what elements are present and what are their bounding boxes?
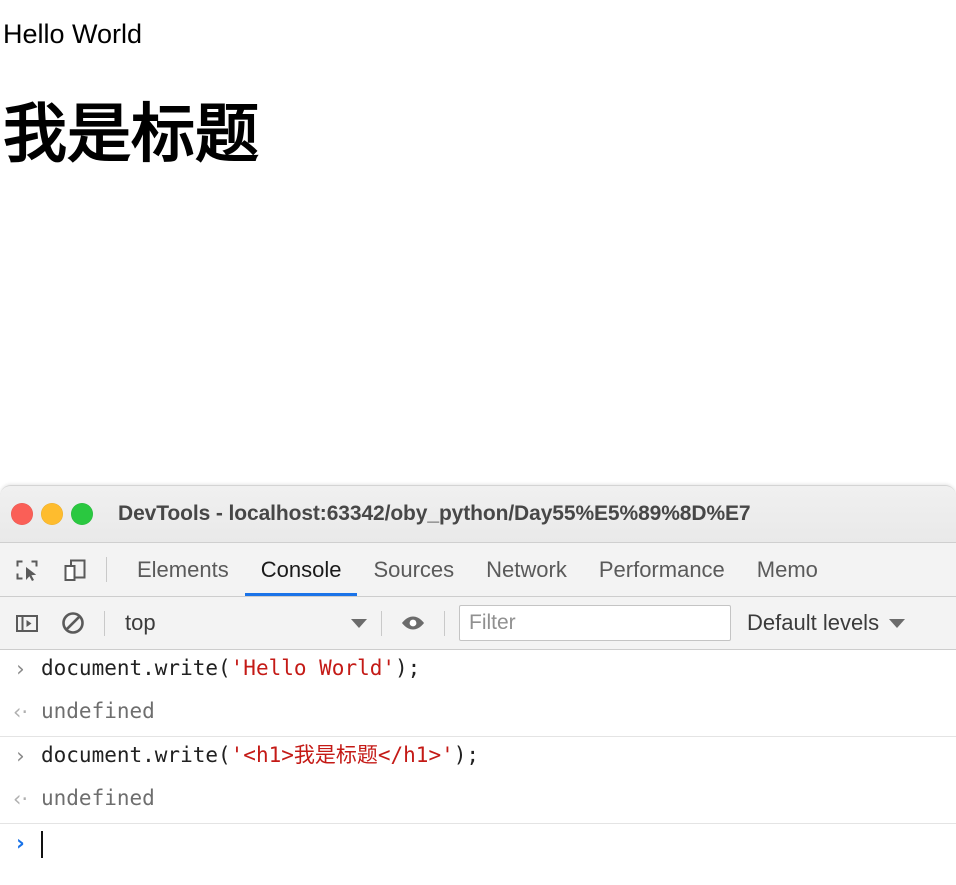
toolbar-divider-2 [381, 610, 382, 636]
string-literal: '<h1>我是标题</h1>' [230, 743, 454, 767]
log-levels-dropdown[interactable]: Default levels [747, 610, 906, 636]
window-controls [0, 503, 93, 525]
chevron-down-icon [889, 618, 906, 628]
console-message-list[interactable]: › document.write('Hello World'); ‹· unde… [0, 650, 956, 885]
tab-elements[interactable]: Elements [121, 543, 245, 596]
page-heading: 我是标题 [3, 98, 259, 170]
result-value: undefined [41, 786, 155, 810]
rendered-page-viewport: Hello World 我是标题 [0, 0, 956, 487]
console-input-row[interactable]: › document.write('<h1>我是标题</h1>'); [0, 737, 956, 780]
console-prompt-row[interactable]: › [0, 824, 956, 868]
chevron-down-icon [351, 618, 367, 628]
log-levels-label: Default levels [747, 610, 880, 635]
input-arrow-icon: › [0, 739, 41, 770]
execution-context-selector[interactable]: top [119, 606, 367, 640]
devtools-main-tabbar: Elements Console Sources Network Perform… [0, 543, 956, 597]
inspect-cursor-icon[interactable] [10, 553, 44, 587]
device-toolbar-icon[interactable] [58, 553, 92, 587]
page-body-text: Hello World [3, 19, 143, 49]
input-marker: › [16, 744, 25, 768]
tab-console[interactable]: Console [244, 543, 358, 596]
console-input-row[interactable]: › document.write('Hello World'); [0, 650, 956, 693]
toolbar-divider-3 [444, 610, 445, 636]
tab-label: Performance [598, 556, 725, 582]
tab-performance[interactable]: Performance [583, 543, 741, 596]
text-cursor [41, 831, 43, 858]
console-result-row: ‹· undefined [0, 693, 956, 737]
result-marker: ‹· [12, 787, 29, 811]
input-arrow-icon: › [0, 652, 41, 683]
expression-prefix: document.write( [41, 656, 231, 680]
result-arrow-icon: ‹· [0, 782, 41, 813]
close-button[interactable] [11, 503, 33, 525]
execution-context-label: top [125, 610, 156, 635]
expression-suffix: ); [453, 743, 480, 767]
tab-label: Memo [756, 556, 818, 582]
tab-label: Console [260, 556, 342, 582]
tab-sources[interactable]: Sources [357, 543, 470, 596]
live-expression-eye-icon[interactable] [396, 606, 430, 640]
result-marker: ‹· [12, 700, 29, 724]
console-result-text: undefined [41, 695, 155, 727]
minimize-button[interactable] [41, 503, 63, 525]
tab-label: Network [486, 556, 567, 582]
string-literal: 'Hello World' [230, 656, 396, 680]
result-value: undefined [41, 699, 155, 723]
console-toolbar: top Default levels [0, 597, 956, 650]
maximize-button[interactable] [71, 503, 93, 525]
clear-console-icon[interactable] [56, 606, 90, 640]
console-result-row: ‹· undefined [0, 780, 956, 824]
expression-suffix: ); [395, 656, 421, 680]
prompt-arrow-icon: › [0, 826, 41, 857]
devtools-titlebar: DevTools - localhost:63342/oby_python/Da… [0, 486, 956, 543]
tab-label: Sources [373, 556, 455, 582]
expression-prefix: document.write( [41, 743, 231, 767]
tab-label: Elements [137, 556, 229, 582]
toolbar-divider-1 [104, 610, 105, 636]
console-sidebar-icon[interactable] [10, 606, 44, 640]
tab-network[interactable]: Network [470, 543, 583, 596]
result-arrow-icon: ‹· [0, 695, 41, 726]
prompt-marker: › [16, 831, 25, 855]
devtools-window: DevTools - localhost:63342/oby_python/Da… [0, 485, 956, 885]
tab-memory[interactable]: Memo [741, 543, 834, 596]
input-marker: › [16, 657, 25, 681]
filter-input[interactable] [459, 605, 731, 641]
tabbar-divider [106, 557, 107, 582]
window-title: DevTools - localhost:63342/oby_python/Da… [118, 502, 751, 525]
console-input-text: document.write('Hello World'); [41, 652, 420, 684]
console-result-text: undefined [41, 782, 155, 814]
console-input-text: document.write('<h1>我是标题</h1>'); [41, 739, 479, 771]
